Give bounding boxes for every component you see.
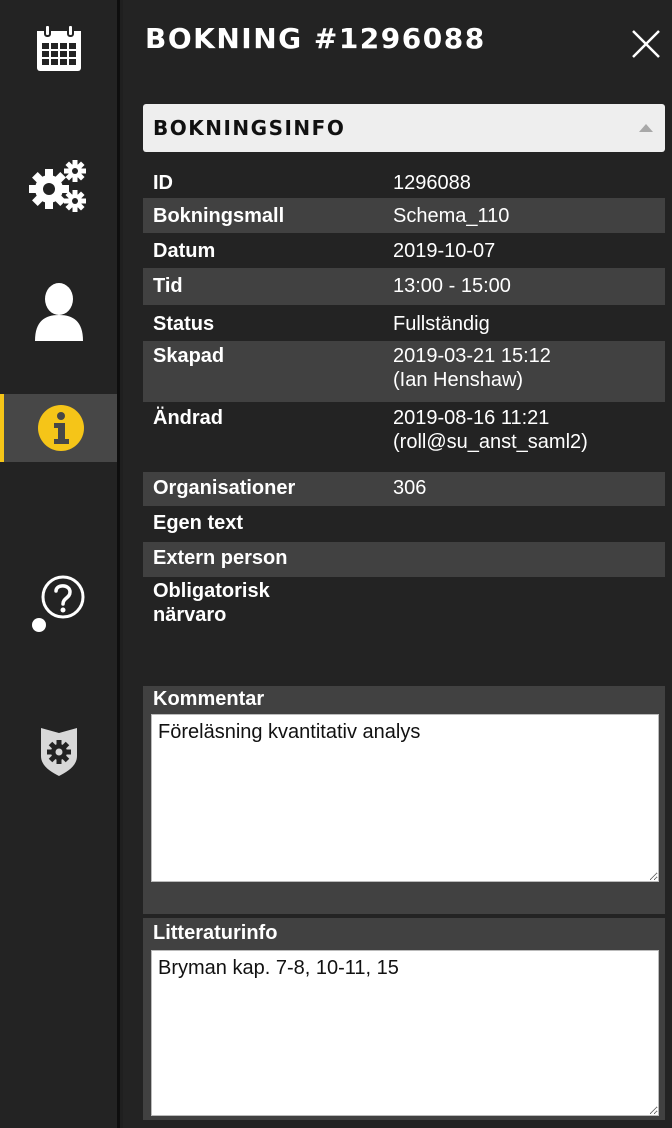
info-row-mandatory-attendance: Obligatorisk närvaro <box>143 577 665 641</box>
help-icon <box>31 575 84 632</box>
collapse-arrow-icon[interactable] <box>639 124 653 132</box>
info-row-time: Tid 13:00 - 15:00 <box>143 268 665 305</box>
close-button[interactable] <box>628 26 664 62</box>
info-value-line: 2019-03-21 15:12 <box>393 345 551 367</box>
literature-block: Litteraturinfo Bryman kap. 7-8, 10-11, 1… <box>143 918 665 1120</box>
info-row-external-person: Extern person <box>143 542 665 577</box>
info-label: Obligatorisk närvaro <box>143 579 393 641</box>
shield-gear-icon <box>40 728 77 776</box>
info-label: Datum <box>153 240 216 262</box>
calendar-icon <box>36 24 81 71</box>
info-row-organisations: Organisationer 306 <box>143 472 665 506</box>
info-label: Status <box>153 313 215 335</box>
info-value-line: 2019-08-16 11:21 <box>393 407 550 429</box>
info-value-line: (Ian Henshaw) <box>393 369 524 391</box>
info-row-template: Bokningsmall Schema_110 <box>143 198 665 233</box>
info-value: Fullständig <box>393 313 490 335</box>
comment-block: Kommentar Föreläsning kvantitativ analys <box>143 686 665 914</box>
sidebar <box>0 0 120 1128</box>
section-title: BOKNINGSINFO <box>153 116 346 140</box>
info-row-own-text: Egen text <box>143 506 665 542</box>
info-label: ID <box>153 172 173 194</box>
info-value-line: (roll@su_anst_saml2) <box>393 431 588 453</box>
info-label: Extern person <box>153 547 288 569</box>
gears-icon <box>28 160 86 212</box>
sidebar-item-info[interactable] <box>0 394 117 462</box>
section-header-bookinginfo[interactable]: BOKNINGSINFO <box>143 104 665 152</box>
comment-textarea[interactable]: Föreläsning kvantitativ analys <box>151 714 659 882</box>
info-value: Schema_110 <box>393 205 510 227</box>
comment-label: Kommentar <box>153 688 265 710</box>
info-label-line: Obligatorisk <box>153 580 270 602</box>
info-label: Egen text <box>153 512 244 534</box>
info-row-created: Skapad 2019-03-21 15:12 (Ian Henshaw) <box>143 341 665 402</box>
info-row-changed: Ändrad 2019-08-16 11:21 (roll@su_anst_sa… <box>143 402 665 472</box>
info-row-id: ID 1296088 <box>143 163 665 198</box>
sidebar-item-help[interactable] <box>0 570 117 638</box>
sidebar-item-admin[interactable] <box>0 718 117 786</box>
info-label: Skapad <box>153 345 225 367</box>
sidebar-item-settings[interactable] <box>0 152 117 220</box>
info-value: 306 <box>393 477 427 499</box>
close-icon <box>632 30 660 58</box>
info-row-status: Status Fullständig <box>143 305 665 341</box>
info-value: 13:00 - 15:00 <box>393 275 511 297</box>
info-label-line: närvaro <box>153 604 227 626</box>
info-value: 2019-10-07 <box>393 240 496 262</box>
info-label: Ändrad <box>153 407 223 429</box>
booking-panel: BOKNING #1296088 BOKNINGSINFO ID 1296088… <box>123 0 672 1128</box>
info-value <box>393 579 665 641</box>
info-table: ID 1296088 Bokningsmall Schema_110 Datum… <box>143 163 665 641</box>
info-value: 1296088 <box>393 172 471 194</box>
info-value: 2019-08-16 11:21 (roll@su_anst_saml2) <box>393 406 665 472</box>
literature-label: Litteraturinfo <box>153 922 278 944</box>
sidebar-item-calendar[interactable] <box>0 14 117 82</box>
info-icon <box>37 405 84 451</box>
literature-textarea[interactable]: Bryman kap. 7-8, 10-11, 15 <box>151 950 659 1116</box>
sidebar-item-user[interactable] <box>0 278 117 346</box>
info-value <box>393 546 665 577</box>
page-title: BOKNING #1296088 <box>145 22 486 55</box>
info-label: Organisationer <box>153 477 296 499</box>
info-label: Tid <box>153 275 183 297</box>
info-label: Bokningsmall <box>153 205 285 227</box>
info-value: 2019-03-21 15:12 (Ian Henshaw) <box>393 344 665 402</box>
info-value <box>393 511 665 542</box>
info-row-date: Datum 2019-10-07 <box>143 233 665 268</box>
user-icon <box>34 283 83 341</box>
